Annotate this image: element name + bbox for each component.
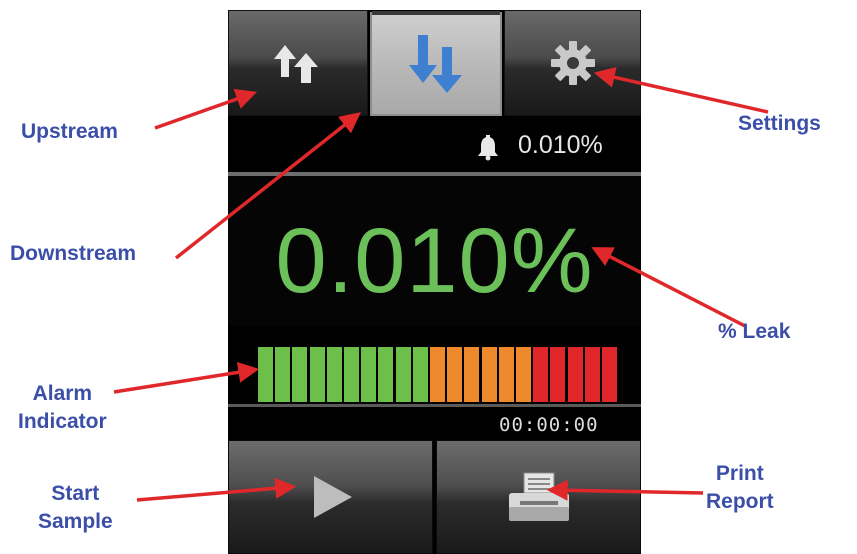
alarm-indicator-segment bbox=[275, 347, 290, 402]
leak-value: 0.010% bbox=[275, 210, 594, 312]
downstream-callout: Downstream bbox=[10, 242, 137, 265]
alarm-indicator-segment bbox=[533, 347, 548, 402]
callout-line: Start bbox=[51, 482, 100, 505]
callout-line: Indicator bbox=[18, 410, 107, 433]
printer-icon bbox=[508, 472, 569, 521]
alarm-indicator-segment bbox=[516, 347, 531, 402]
alarm-indicator-segment bbox=[430, 347, 445, 402]
alarm-indicator-segment bbox=[378, 347, 393, 402]
alarm-indicator-segment bbox=[327, 347, 342, 402]
callout-line: Sample bbox=[38, 510, 113, 533]
print-report-callout: Print Report bbox=[706, 460, 774, 516]
alarm-indicator-segment bbox=[602, 347, 617, 402]
divider bbox=[228, 404, 641, 407]
gear-icon bbox=[550, 41, 595, 85]
alarm-indicator-callout: Alarm Indicator bbox=[18, 380, 107, 436]
alarm-indicator-segment bbox=[292, 347, 307, 402]
alarm-indicator-segment bbox=[258, 347, 273, 402]
alarm-indicator-segment bbox=[361, 347, 376, 402]
upstream-tab[interactable] bbox=[228, 10, 368, 116]
alarm-indicator-segment bbox=[447, 347, 462, 402]
print-report-button[interactable] bbox=[436, 440, 641, 554]
alarm-indicator-segment bbox=[568, 347, 583, 402]
alarm-indicator-segment bbox=[310, 347, 325, 402]
alarm-indicator-segment bbox=[396, 347, 411, 402]
alarm-indicator-segment bbox=[482, 347, 497, 402]
alarm-indicator-segment bbox=[499, 347, 514, 402]
alarm-indicator-segment bbox=[550, 347, 565, 402]
alarm-indicator-segment bbox=[344, 347, 359, 402]
annotated-screenshot: 0.010% 0.010% 00:00:00 Upstream Downstre… bbox=[0, 0, 857, 554]
start-sample-button[interactable] bbox=[228, 440, 433, 554]
timer: 00:00:00 bbox=[499, 414, 599, 436]
leak-callout: % Leak bbox=[718, 320, 791, 343]
upstream-arrows-icon bbox=[274, 45, 318, 83]
upstream-callout: Upstream bbox=[21, 120, 118, 143]
settings-callout: Settings bbox=[738, 112, 821, 135]
play-icon bbox=[313, 476, 352, 518]
device-screen: 0.010% 0.010% 00:00:00 bbox=[228, 10, 641, 554]
alarm-indicator-segment bbox=[585, 347, 600, 402]
alarm-setpoint-value: 0.010% bbox=[518, 131, 603, 159]
callout-line: Alarm bbox=[32, 382, 93, 405]
callout-line: Report bbox=[706, 490, 774, 513]
settings-tab[interactable] bbox=[504, 10, 641, 116]
downstream-tab[interactable] bbox=[370, 11, 502, 116]
alarm-indicator-segment bbox=[464, 347, 479, 402]
downstream-arrows-icon bbox=[409, 35, 462, 93]
alarm-indicator-segment bbox=[413, 347, 428, 402]
bell-icon bbox=[478, 135, 498, 161]
start-sample-callout: Start Sample bbox=[38, 480, 113, 536]
alarm-indicator-bar bbox=[258, 347, 638, 402]
callout-line: Print bbox=[715, 462, 764, 485]
